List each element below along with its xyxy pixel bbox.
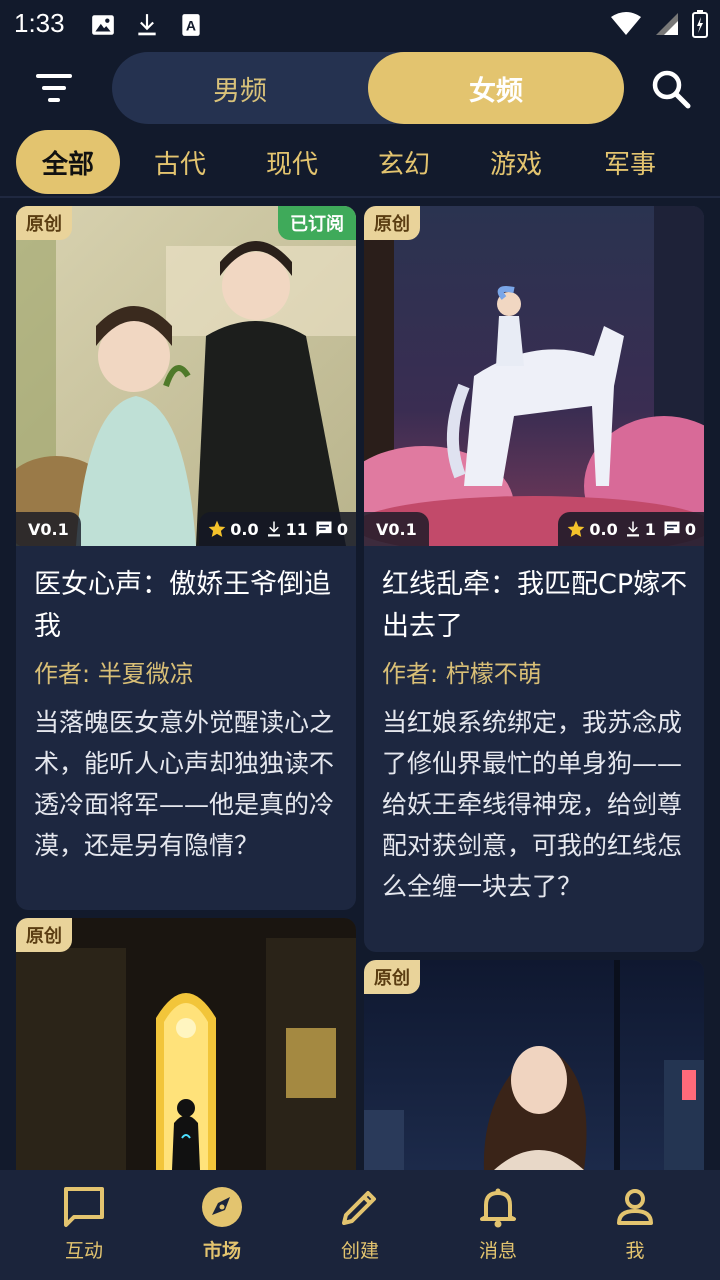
nav-label: 创建 — [340, 1240, 379, 1262]
text-a-icon: A — [182, 14, 200, 36]
story-card[interactable]: 原创 — [16, 918, 356, 1170]
nav-market[interactable]: 市场 — [162, 1170, 282, 1280]
category-fantasy[interactable]: 玄幻 — [354, 130, 454, 194]
story-cover-image — [16, 918, 356, 1170]
gallery-icon — [92, 15, 114, 35]
star-icon — [568, 520, 585, 537]
nav-label: 消息 — [478, 1240, 517, 1262]
story-cover-image — [364, 206, 704, 546]
rating-value: 0.0 — [589, 519, 618, 539]
category-game[interactable]: 游戏 — [466, 130, 566, 194]
filter-icon — [36, 74, 72, 102]
nav-label: 我 — [625, 1240, 645, 1262]
download-icon — [626, 521, 639, 537]
story-cover-image — [16, 206, 356, 546]
nav-interact[interactable]: 互动 — [24, 1170, 144, 1280]
story-card[interactable]: 原创 V0.1 0.0 1 0 红线乱牵：我匹配CP嫁不出去了 作者: 柠檬不萌… — [364, 206, 704, 952]
version-badge: V0.1 — [364, 512, 429, 546]
subscribed-badge: 已订阅 — [278, 206, 356, 240]
pencil-icon — [342, 1191, 376, 1225]
nav-label: 互动 — [64, 1240, 103, 1262]
divider — [0, 196, 720, 198]
download-icon — [267, 521, 280, 537]
story-description: 当红娘系统绑定，我苏念成了修仙界最忙的单身狗——给妖王牵线得神宠，给剑尊配对获剑… — [382, 708, 683, 901]
comment-count: 0 — [336, 519, 348, 539]
comment-icon — [664, 521, 680, 537]
category-military[interactable]: 军事 — [578, 130, 682, 194]
stats-badge: 0.0 1 0 — [558, 512, 704, 546]
signal-icon — [656, 13, 678, 35]
category-all[interactable]: 全部 — [16, 130, 120, 194]
original-badge: 原创 — [364, 960, 420, 994]
original-badge: 原创 — [364, 206, 420, 240]
rating-value: 0.0 — [230, 519, 259, 539]
nav-label: 市场 — [202, 1240, 241, 1262]
star-icon — [208, 520, 226, 537]
tab-female-channel[interactable]: 女频 — [368, 52, 624, 124]
stats-badge: 0.0 11 0 — [199, 512, 356, 546]
compass-icon — [202, 1187, 242, 1227]
comment-icon — [316, 521, 332, 537]
status-bar: 1:33 A — [0, 0, 720, 50]
svg-text:A: A — [186, 17, 196, 33]
person-icon — [617, 1189, 653, 1225]
story-author: 作者: 半夏微凉 — [34, 660, 194, 688]
download-count: 1 — [644, 519, 656, 539]
story-author: 作者: 柠檬不萌 — [382, 660, 542, 688]
battery-icon — [692, 10, 708, 38]
status-time: 1:33 — [14, 8, 65, 38]
category-ancient[interactable]: 古代 — [130, 130, 230, 194]
comment-count: 0 — [684, 519, 696, 539]
nav-messages[interactable]: 消息 — [438, 1170, 558, 1280]
chat-bubble-icon — [64, 1187, 104, 1227]
bottom-navigation: 互动 市场 创建 消息 我 — [0, 1170, 720, 1280]
category-tabs: 全部 古代 现代 玄幻 游戏 军事 — [0, 130, 720, 196]
channel-switch: 男频 女频 — [112, 52, 624, 124]
story-title: 红线乱牵：我匹配CP嫁不出去了 — [382, 569, 688, 642]
story-description: 当落魄医女意外觉醒读心之术，能听人心声却独独读不透冷面将军——他是真的冷漠，还是… — [34, 708, 335, 860]
filter-button[interactable] — [32, 68, 82, 108]
search-button[interactable] — [646, 64, 696, 114]
tab-male-channel[interactable]: 男频 — [112, 52, 368, 124]
category-modern[interactable]: 现代 — [242, 130, 342, 194]
download-count: 11 — [285, 519, 308, 539]
story-card[interactable]: 原创 已订阅 V0.1 0.0 11 0 医女心声：傲娇王爷倒追我 作者: 半夏… — [16, 206, 356, 910]
wifi-icon — [611, 12, 641, 35]
search-icon — [652, 70, 691, 109]
story-title: 医女心声：傲娇王爷倒追我 — [34, 569, 331, 642]
top-bar: 男频 女频 — [0, 50, 720, 126]
bell-icon — [480, 1188, 516, 1228]
story-card[interactable]: 原创 — [364, 960, 704, 1170]
nav-create[interactable]: 创建 — [300, 1170, 420, 1280]
original-badge: 原创 — [16, 206, 72, 240]
nav-profile[interactable]: 我 — [575, 1170, 695, 1280]
original-badge: 原创 — [16, 918, 72, 952]
download-icon — [138, 14, 156, 36]
version-badge: V0.1 — [16, 512, 81, 546]
